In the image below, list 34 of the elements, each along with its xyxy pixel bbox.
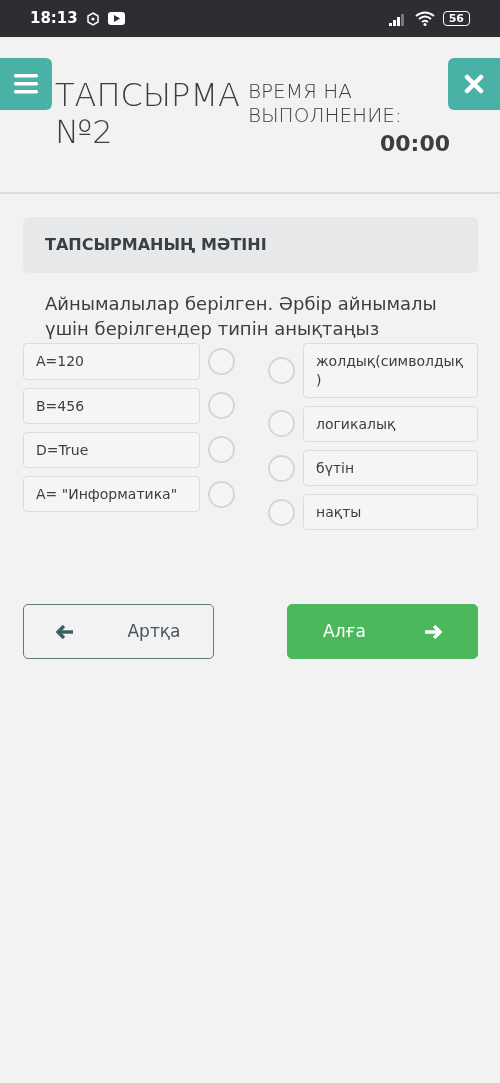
close-button[interactable]: [448, 58, 500, 110]
timer-label: ВРЕМЯ НА ВЫПОЛНЕНИЕ:: [247, 79, 403, 127]
signal-icon: [388, 11, 407, 26]
question-text: Айнымалылар берілген. Әрбір айнымалы үшін берілгендер типін анықтаңыз: [44, 292, 438, 342]
option-label: B=456: [23, 387, 200, 424]
option-label: A= "Информатика": [23, 475, 200, 513]
gear-icon: [85, 11, 100, 26]
menu-button[interactable]: [0, 58, 52, 110]
option-label: жолдық(символдық): [303, 343, 478, 398]
radio-button[interactable]: [208, 347, 235, 375]
radio-button[interactable]: [208, 436, 235, 464]
radio-button[interactable]: [208, 480, 235, 508]
video-icon: [107, 12, 125, 25]
radio-button[interactable]: [268, 410, 295, 438]
option-label: бүтін: [303, 449, 478, 487]
close-icon: [464, 74, 484, 94]
option-label: A=120: [23, 343, 200, 380]
radio-button[interactable]: [268, 454, 295, 482]
menu-icon: [14, 74, 38, 94]
radio-button[interactable]: [268, 498, 295, 526]
status-time: 18:13: [30, 8, 78, 30]
option-label: нақты: [303, 494, 478, 531]
radio-button[interactable]: [208, 392, 235, 420]
right-arrow-icon: [423, 624, 442, 639]
back-button[interactable]: Артқа: [23, 604, 214, 660]
option-label: логикалық: [303, 405, 478, 442]
wifi-icon: [414, 11, 435, 26]
section-heading: ТАПСЫРМАНЫҢ МӘТІНІ: [23, 217, 478, 273]
battery-indicator: 56: [442, 11, 470, 26]
left-arrow-icon: [56, 624, 75, 639]
task-title: ТАПСЫРМА №2: [55, 77, 240, 151]
timer-value: 00:00: [378, 130, 450, 158]
option-label: D=True: [23, 431, 200, 468]
radio-button[interactable]: [268, 357, 295, 385]
